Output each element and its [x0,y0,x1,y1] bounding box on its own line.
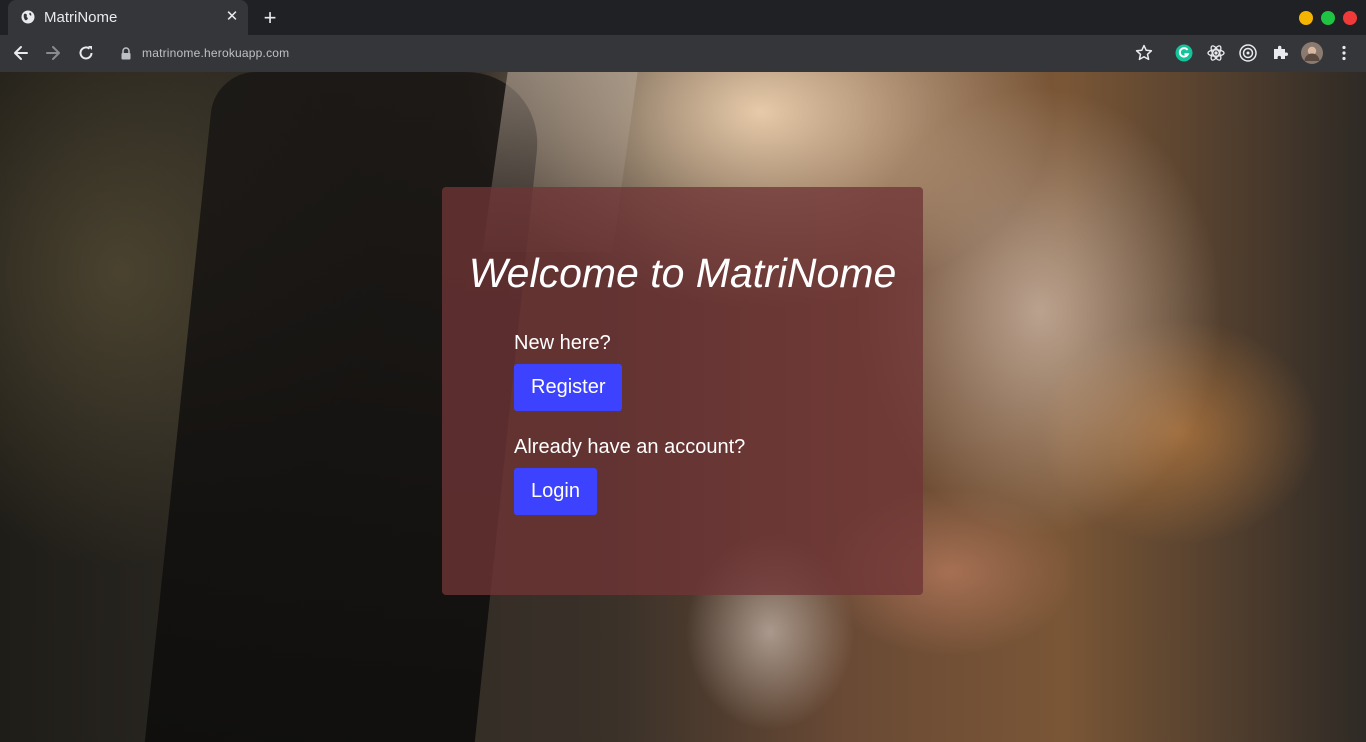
reload-icon[interactable] [76,43,96,63]
maximize-window-button[interactable] [1321,11,1335,25]
react-devtools-icon[interactable] [1206,43,1226,63]
forward-arrow-icon[interactable] [43,43,63,63]
back-arrow-icon[interactable] [11,43,31,63]
url-text: matrinome.herokuapp.com [142,46,290,60]
profile-avatar[interactable] [1301,42,1323,64]
page-title: Welcome to MatriNome [468,250,897,296]
address-bar[interactable]: matrinome.herokuapp.com [110,39,1160,68]
browser-titlebar: MatriNome ✕ + [0,0,1366,35]
lock-icon [121,47,131,60]
hero-background-image: Welcome to MatriNome New here? Register … [0,72,1366,742]
grammarly-icon[interactable] [1174,43,1194,63]
welcome-card: Welcome to MatriNome New here? Register … [442,187,923,595]
target-extension-icon[interactable] [1238,43,1258,63]
browser-tab[interactable]: MatriNome ✕ [8,0,248,35]
register-prompt: New here? [514,332,611,354]
star-bookmark-icon[interactable] [1134,43,1154,63]
more-menu-icon[interactable] [1334,43,1354,63]
puzzle-extensions-icon[interactable] [1270,43,1290,63]
login-button[interactable]: Login [514,468,597,515]
new-tab-button[interactable]: + [258,6,282,30]
login-prompt: Already have an account? [514,436,746,458]
register-button[interactable]: Register [514,364,623,411]
close-tab-icon[interactable]: ✕ [222,7,242,27]
close-window-button[interactable] [1343,11,1357,25]
tab-title: MatriNome [44,9,118,26]
minimize-window-button[interactable] [1299,11,1313,25]
globe-icon [21,10,35,24]
browser-toolbar: matrinome.herokuapp.com [0,35,1366,73]
